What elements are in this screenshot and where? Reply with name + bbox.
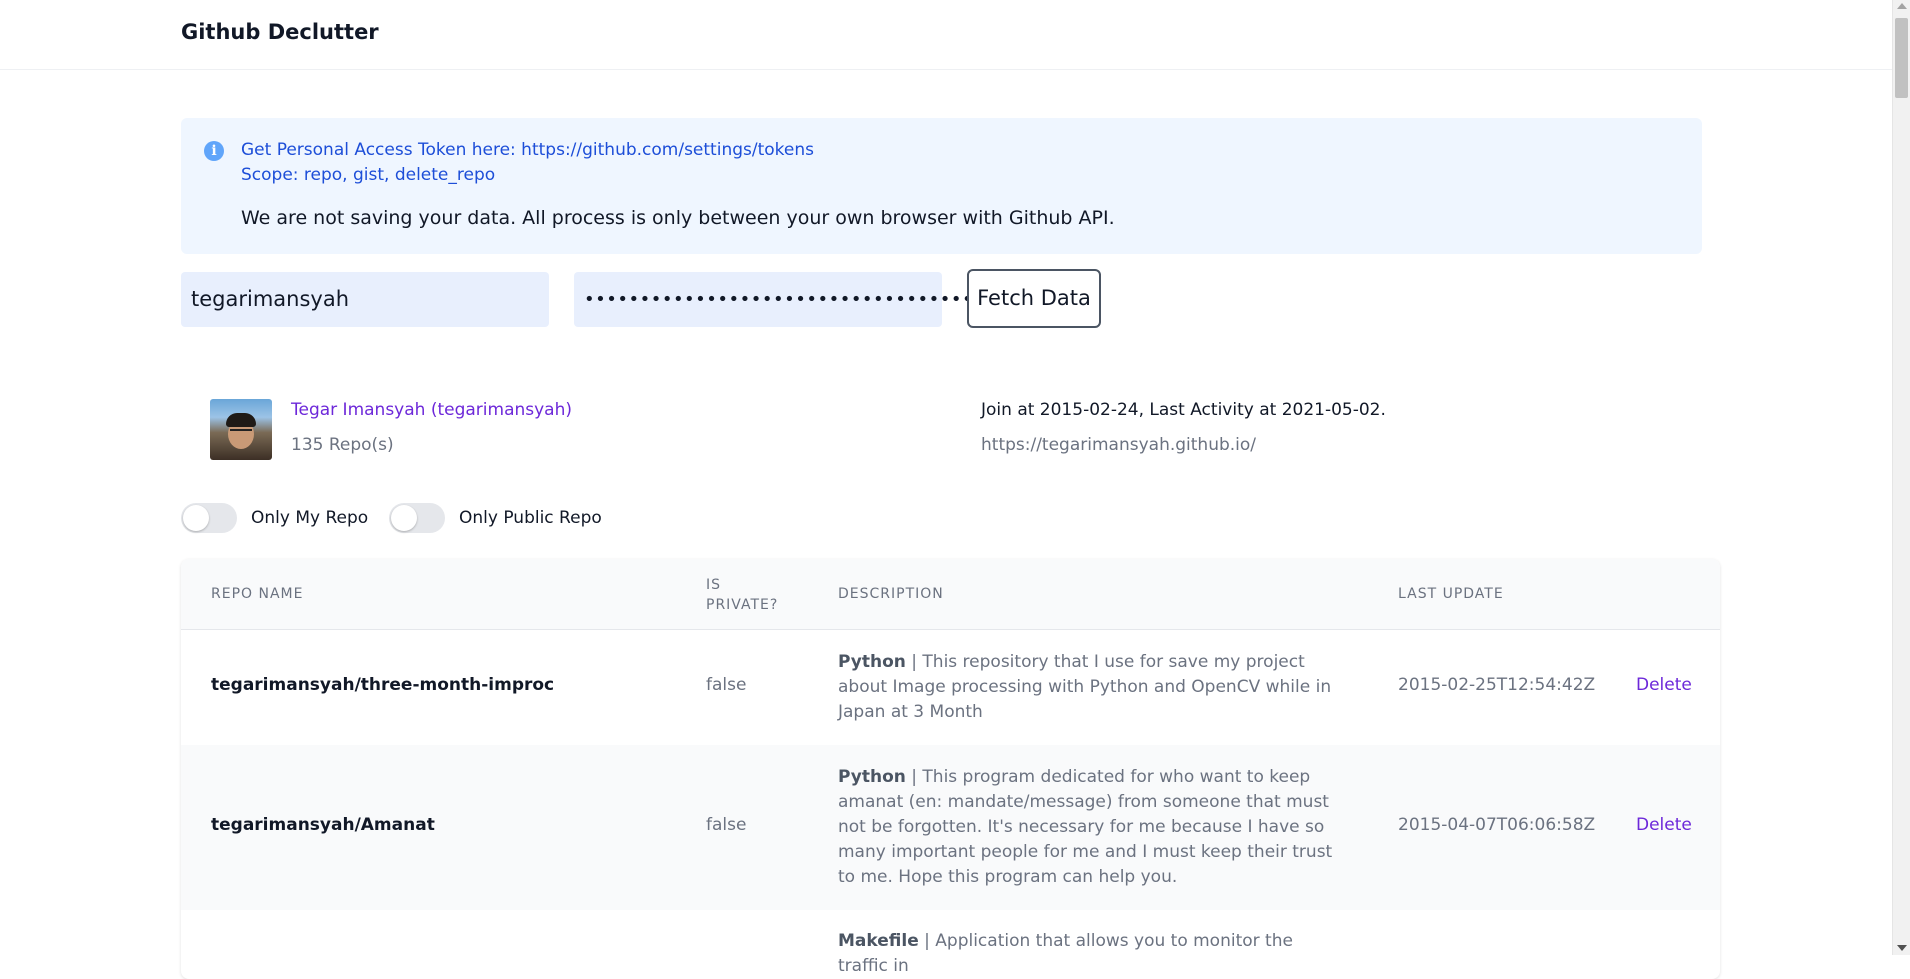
scroll-up-arrow-icon[interactable]	[1897, 3, 1907, 9]
repo-private: false	[706, 815, 747, 835]
table-header: REPO NAME IS PRIVATE? DESCRIPTION LAST U…	[181, 559, 1720, 630]
repo-table: REPO NAME IS PRIVATE? DESCRIPTION LAST U…	[181, 559, 1720, 979]
token-input[interactable]: ••••••••••••••••••••••••••••••••••••••••	[574, 272, 1028, 327]
repo-name: tegarimansyah/Amanat	[211, 815, 435, 835]
scroll-thumb[interactable]	[1895, 18, 1908, 98]
info-alert: i Get Personal Access Token here: https:…	[181, 118, 1702, 254]
profile-name-link[interactable]: Tegar Imansyah (tegarimansyah)	[291, 400, 572, 420]
repo-name: tegarimansyah/three-month-improc	[211, 675, 555, 695]
username-input[interactable]: tegarimansyah	[181, 272, 549, 327]
header-description: DESCRIPTION	[838, 586, 944, 602]
only-public-repo-toggle[interactable]	[389, 503, 445, 533]
only-my-repo-label: Only My Repo	[251, 508, 369, 528]
toggle-knob	[183, 505, 209, 531]
repo-language: Python	[838, 652, 906, 672]
header-is-private: IS PRIVATE?	[706, 577, 779, 613]
repo-description-text: | This repository that I use for save my…	[838, 652, 1332, 722]
header-last-update: LAST UPDATE	[1398, 586, 1504, 602]
repo-language: Makefile	[838, 931, 919, 951]
repo-description: Python | This program dedicated for who …	[838, 765, 1348, 890]
table-row: tegarimansyah/three-month-improc false P…	[181, 630, 1720, 745]
repo-description: Makefile | Application that allows you t…	[838, 929, 1348, 979]
repo-count: 135 Repo(s)	[291, 435, 394, 455]
delete-button[interactable]: Delete	[1636, 815, 1692, 835]
page-scrollbar[interactable]	[1892, 0, 1910, 955]
scroll-down-arrow-icon[interactable]	[1897, 945, 1907, 951]
profile-dates: Join at 2015-02-24, Last Activity at 202…	[981, 400, 1386, 420]
avatar	[210, 399, 272, 460]
table-row: tegarimansyah/Amanat false Python | This…	[181, 745, 1720, 910]
info-icon: i	[204, 141, 224, 161]
token-link-text[interactable]: Get Personal Access Token here: https://…	[241, 140, 814, 160]
header-repo-name: REPO NAME	[211, 586, 304, 602]
table-row: Makefile | Application that allows you t…	[181, 910, 1720, 979]
scope-text: Scope: repo, gist, delete_repo	[241, 165, 496, 185]
delete-button[interactable]: Delete	[1636, 675, 1692, 695]
app-title[interactable]: Github Declutter	[181, 20, 379, 44]
top-navbar: Github Declutter	[0, 0, 1892, 70]
profile-url: https://tegarimansyah.github.io/	[981, 435, 1257, 455]
fetch-data-button[interactable]: Fetch Data	[967, 269, 1101, 328]
toggle-knob	[391, 505, 417, 531]
repo-last-update: 2015-02-25T12:54:42Z	[1398, 675, 1596, 695]
repo-language: Python	[838, 767, 906, 787]
repo-description-text: | This program dedicated for who want to…	[838, 767, 1333, 887]
repo-last-update: 2015-04-07T06:06:58Z	[1398, 815, 1596, 835]
only-my-repo-toggle[interactable]	[181, 503, 237, 533]
only-public-repo-label: Only Public Repo	[459, 508, 602, 528]
privacy-note: We are not saving your data. All process…	[241, 207, 1115, 229]
repo-description: Python | This repository that I use for …	[838, 650, 1348, 725]
repo-private: false	[706, 675, 747, 695]
